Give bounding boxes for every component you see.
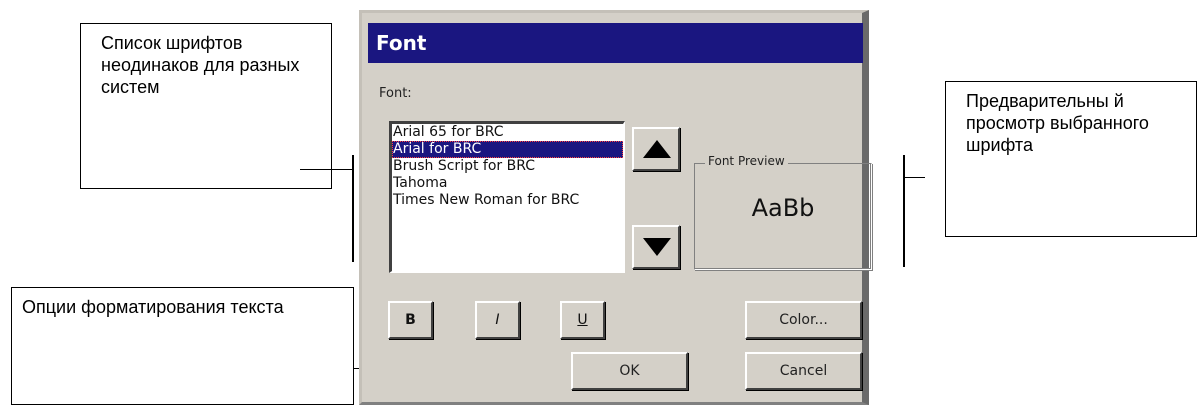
preview-bracket — [903, 155, 905, 267]
font-dialog: Font Font: Arial 65 for BRC Arial for BR… — [359, 10, 872, 405]
bold-button[interactable]: B — [388, 301, 433, 339]
formatting-callout-text: Опции форматирования текста — [22, 297, 284, 317]
arrow-down-icon — [643, 238, 671, 256]
dialog-titlebar: Font — [368, 23, 863, 63]
scroll-up-button[interactable] — [632, 127, 680, 171]
font-preview-sample: AaBb — [751, 194, 815, 222]
underline-button[interactable]: U — [560, 301, 605, 339]
ok-button[interactable]: OK — [571, 352, 688, 390]
font-list-item[interactable]: Brush Script for BRC — [392, 158, 623, 175]
font-label: Font: — [379, 86, 412, 101]
font-list-item-selected[interactable]: Arial for BRC — [392, 141, 623, 158]
font-list-item[interactable]: Tahoma — [392, 175, 623, 192]
font-preview-label: Font Preview — [705, 154, 788, 168]
font-preview-group: Font Preview AaBb — [694, 154, 872, 270]
cancel-button[interactable]: Cancel — [745, 352, 862, 390]
font-list-item[interactable]: Times New Roman for BRC — [392, 192, 623, 209]
preview-callout-text: Предварительны й просмотр выбранного шри… — [966, 91, 1149, 155]
font-listbox[interactable]: Arial 65 for BRC Arial for BRC Brush Scr… — [389, 121, 625, 273]
font-list-leader — [300, 169, 353, 170]
italic-button[interactable]: I — [475, 301, 520, 339]
color-button[interactable]: Color... — [745, 301, 862, 339]
preview-callout: Предварительны й просмотр выбранного шри… — [945, 81, 1197, 237]
font-list-item[interactable]: Arial 65 for BRC — [392, 124, 623, 141]
font-list-callout: Список шрифтов неодинаков для разных сис… — [80, 23, 332, 189]
dialog-title: Font — [376, 31, 427, 55]
scroll-down-button[interactable] — [632, 225, 680, 269]
font-list-callout-text: Список шрифтов неодинаков для разных сис… — [101, 33, 300, 97]
formatting-callout: Опции форматирования текста — [11, 287, 354, 405]
arrow-up-icon — [643, 140, 671, 158]
preview-leader — [903, 177, 925, 178]
font-list-bracket — [352, 155, 354, 262]
